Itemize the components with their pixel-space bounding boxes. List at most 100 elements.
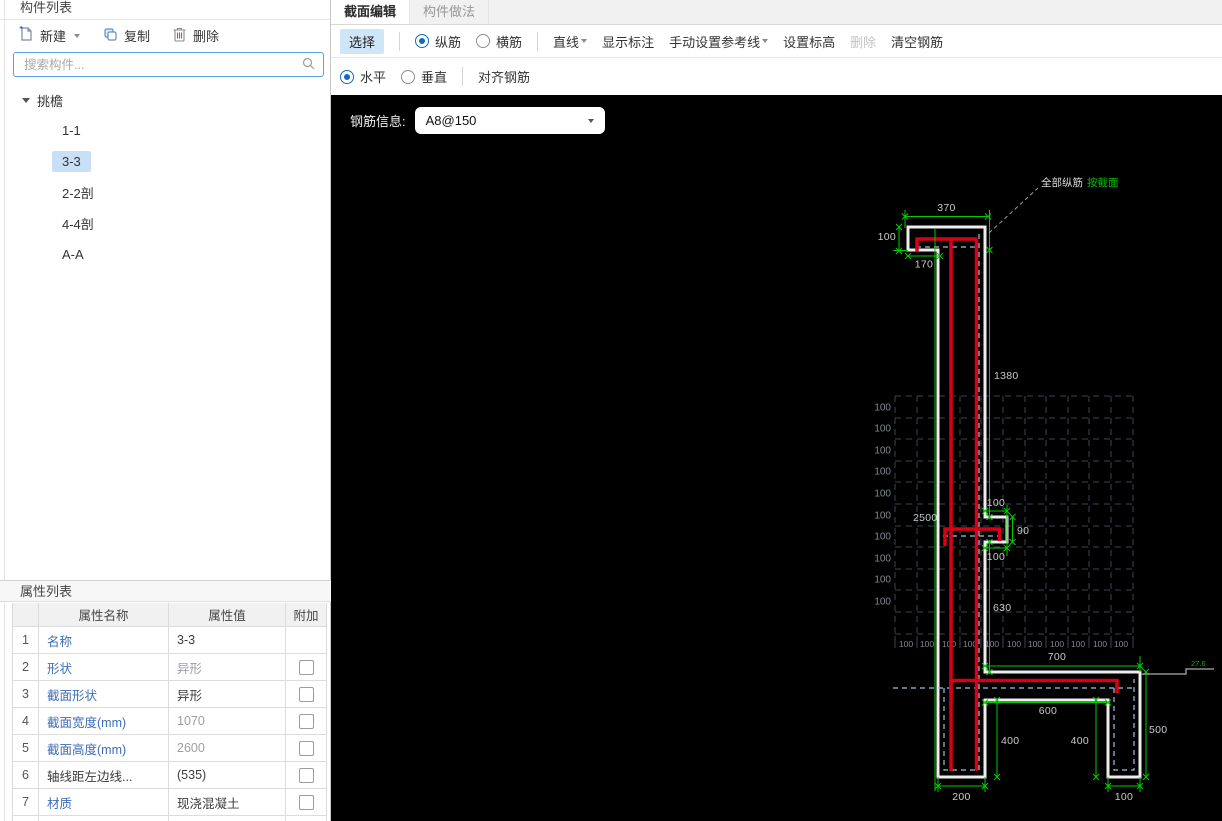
new-button[interactable]: 新建 bbox=[18, 26, 81, 45]
grid-row-label: 100 bbox=[874, 424, 891, 435]
section-edit-toolbar: 选择 纵筋 横筋 直线 显示标注 手动设置参考线 设置标高 删除 清空钢筋 bbox=[331, 25, 1222, 58]
radio-selected-icon[interactable] bbox=[340, 69, 354, 84]
extra-checkbox[interactable] bbox=[298, 659, 314, 675]
section-outline[interactable] bbox=[906, 225, 1142, 779]
grid-col-label: 100 bbox=[1007, 639, 1021, 649]
grid-col-label: 100 bbox=[1050, 639, 1064, 649]
tree-expand-caret-icon[interactable] bbox=[22, 97, 30, 103]
dim-left-overhang: 170 bbox=[915, 259, 933, 271]
main-tab-bar: 截面编辑 构件做法 bbox=[331, 0, 1222, 25]
property-extra-cell bbox=[286, 654, 327, 680]
radio-longitudinal-rebar[interactable]: 纵筋 bbox=[415, 32, 461, 51]
header-index bbox=[13, 603, 39, 626]
tab-section-edit[interactable]: 截面编辑 bbox=[331, 0, 411, 24]
property-value[interactable]: 异形 bbox=[169, 654, 286, 680]
toolbar-divider bbox=[399, 31, 401, 51]
extra-checkbox[interactable] bbox=[298, 794, 314, 810]
table-row: 6 轴线距左边线... (535) bbox=[13, 762, 327, 789]
dim-flange-bottom: 600 bbox=[1039, 705, 1057, 717]
rebar-info-combobox[interactable]: A8@150 bbox=[414, 107, 605, 134]
dim-top-width: 370 bbox=[937, 202, 955, 214]
property-extra-cell bbox=[286, 762, 327, 788]
extra-checkbox[interactable] bbox=[298, 767, 314, 783]
property-name: 截面宽度(mm) bbox=[39, 708, 169, 734]
tree-group-eave[interactable]: 挑檐 bbox=[0, 85, 330, 115]
grid-col-label: 100 bbox=[942, 639, 956, 649]
property-value[interactable]: 1070 bbox=[169, 708, 286, 734]
search-input[interactable] bbox=[22, 56, 302, 73]
table-row: 5 截面高度(mm) 2600 bbox=[13, 735, 327, 762]
manual-reference-dropdown[interactable]: 手动设置参考线 bbox=[669, 32, 769, 51]
delete-button[interactable]: 删除 bbox=[172, 26, 219, 45]
table-row: 3 截面形状 异形 bbox=[13, 681, 327, 708]
property-name: 轴线距左边线... bbox=[39, 762, 169, 788]
property-value[interactable]: 异形 bbox=[169, 681, 286, 707]
line-dropdown-caret-icon[interactable] bbox=[581, 39, 588, 43]
grid-row-label: 100 bbox=[874, 597, 891, 608]
radio-horizontal[interactable]: 水平 bbox=[340, 67, 386, 86]
extra-checkbox[interactable] bbox=[298, 686, 314, 702]
row-index: 8 bbox=[13, 816, 39, 821]
manual-reference-label: 手动设置参考线 bbox=[669, 34, 761, 50]
clear-rebar-button[interactable]: 清空钢筋 bbox=[891, 32, 943, 51]
dim-notch-side: 90 bbox=[1017, 525, 1029, 537]
elevation-value: 27.6 bbox=[1191, 659, 1206, 668]
property-extra-cell bbox=[286, 735, 327, 761]
property-table-header: 属性名称 属性值 附加 bbox=[13, 603, 327, 627]
section-canvas[interactable]: 钢筋信息: A8@150 100 100 100 100 100 100 100… bbox=[331, 95, 1222, 821]
tree-item-1-1[interactable]: 1-1 bbox=[0, 115, 330, 146]
grid-row-label: 100 bbox=[874, 467, 891, 478]
new-button-label: 新建 bbox=[40, 29, 67, 44]
radio-selected-icon[interactable] bbox=[415, 34, 430, 48]
rebar-info-row: 钢筋信息: A8@150 bbox=[350, 107, 605, 134]
line-dropdown[interactable]: 直线 bbox=[553, 32, 588, 51]
dim-right-leg: 400 bbox=[1071, 735, 1089, 747]
property-value[interactable]: (535) bbox=[169, 762, 286, 788]
radio-vertical[interactable]: 垂直 bbox=[401, 67, 447, 86]
tree-item-2-2[interactable]: 2-2剖 bbox=[0, 177, 330, 208]
tree-item-4-4[interactable]: 4-4剖 bbox=[0, 208, 330, 239]
dimension-labels: 370 100 170 1380 100 90 100 2500 630 700… bbox=[878, 202, 1168, 803]
extra-checkbox[interactable] bbox=[298, 713, 314, 729]
row-index: 4 bbox=[13, 708, 39, 734]
property-extra-cell bbox=[286, 681, 327, 707]
set-elevation-button[interactable]: 设置标高 bbox=[783, 32, 835, 51]
tab-component-method[interactable]: 构件做法 bbox=[410, 0, 490, 24]
row-index: 6 bbox=[13, 762, 39, 788]
combo-caret-icon[interactable] bbox=[587, 118, 594, 123]
property-value[interactable]: 3-3 bbox=[169, 627, 286, 653]
show-annotation-button[interactable]: 显示标注 bbox=[602, 32, 654, 51]
property-name: 截面高度(mm) bbox=[39, 735, 169, 761]
delete-button-label: 删除 bbox=[193, 29, 220, 44]
tree-item-3-3[interactable]: 3-3 bbox=[0, 146, 330, 177]
copy-button-label: 复制 bbox=[124, 29, 151, 44]
grid-row-label: 100 bbox=[874, 511, 891, 522]
property-value[interactable]: 2600 bbox=[169, 735, 286, 761]
property-value[interactable]: 现浇混凝土 bbox=[169, 789, 286, 815]
tree-item-a-a[interactable]: A-A bbox=[0, 239, 330, 270]
new-dropdown-caret-icon[interactable] bbox=[74, 33, 81, 38]
section-drawing[interactable]: 100 100 100 100 100 100 100 100 100 100 … bbox=[331, 95, 1222, 821]
radio-unselected-icon[interactable] bbox=[401, 69, 416, 84]
dim-notch-top: 100 bbox=[987, 497, 1005, 509]
component-panel: 构件列表 新建 复制 删除 搜索构件... 挑檐 1-1 3-3 2-2剖 4-… bbox=[0, 0, 331, 821]
component-toolbar: 新建 复制 删除 bbox=[0, 20, 330, 51]
select-button[interactable]: 选择 bbox=[340, 28, 385, 54]
property-name: 材质 bbox=[39, 789, 169, 815]
manual-reference-caret-icon[interactable] bbox=[762, 39, 769, 43]
radio-transverse-rebar[interactable]: 横筋 bbox=[476, 32, 522, 51]
dim-left-leg: 400 bbox=[1001, 735, 1019, 747]
extra-checkbox[interactable] bbox=[298, 740, 314, 756]
dim-top-thickness: 100 bbox=[878, 231, 896, 243]
copy-button[interactable]: 复制 bbox=[102, 26, 150, 45]
property-list-title: 属性列表 bbox=[0, 580, 331, 602]
table-row: 7 材质 现浇混凝土 bbox=[13, 789, 327, 816]
row-index: 7 bbox=[13, 789, 39, 815]
dim-notch-bottom: 100 bbox=[987, 551, 1005, 563]
row-index: 2 bbox=[13, 654, 39, 680]
property-value[interactable]: (预拌混凝土) bbox=[169, 816, 286, 821]
table-row: 4 截面宽度(mm) 1070 bbox=[13, 708, 327, 735]
longitudinal-rebar-lines[interactable] bbox=[915, 237, 1119, 771]
align-rebar-button[interactable]: 对齐钢筋 bbox=[478, 67, 530, 86]
radio-unselected-icon[interactable] bbox=[476, 34, 491, 48]
